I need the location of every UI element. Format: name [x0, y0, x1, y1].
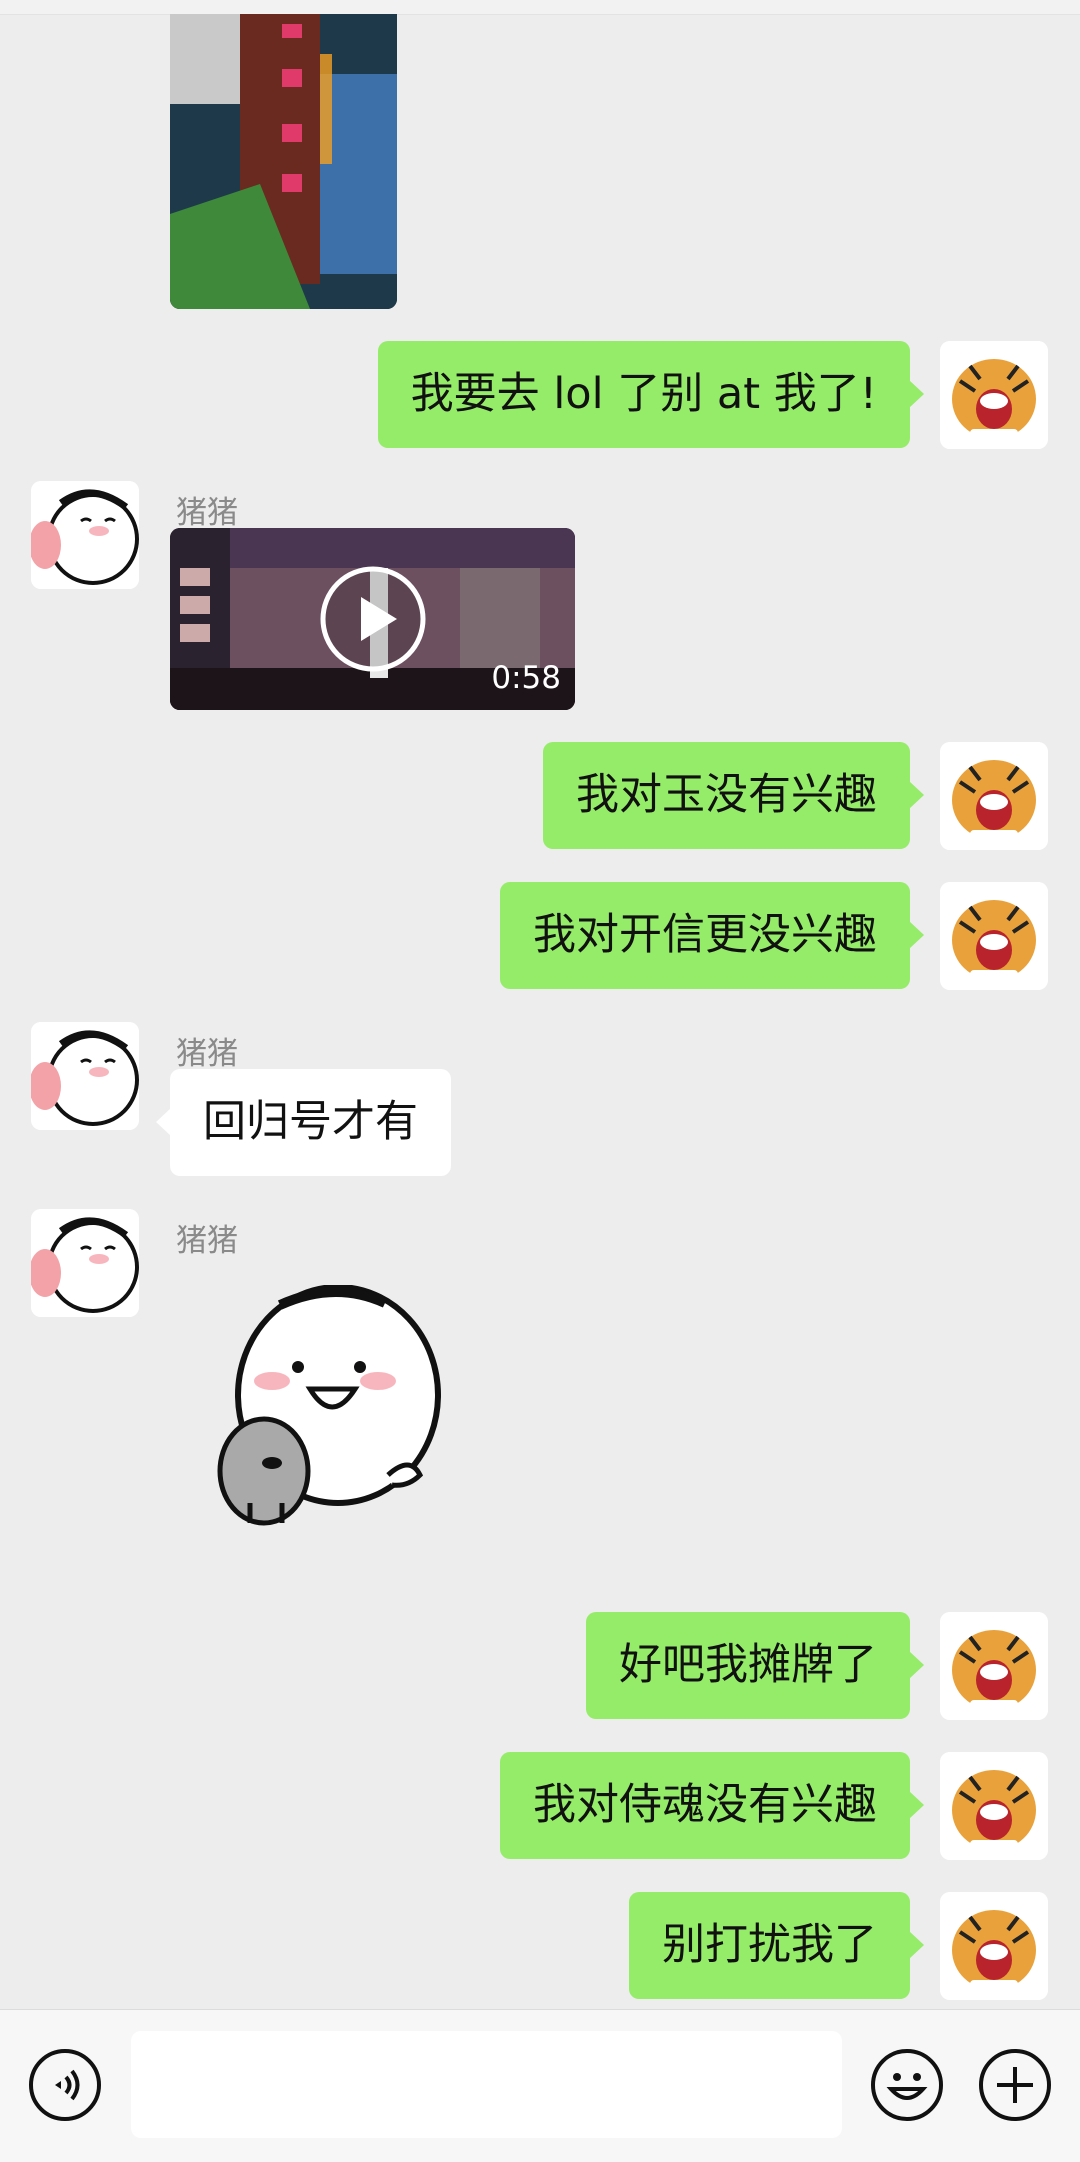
image-message[interactable] [170, 14, 397, 309]
tiger-avatar-icon [940, 1892, 1048, 2000]
tiger-avatar-icon [940, 341, 1048, 449]
tiger-avatar-icon [940, 1752, 1048, 1860]
voice-icon[interactable] [29, 2049, 101, 2121]
self-avatar[interactable] [940, 1892, 1048, 2000]
contact-avatar[interactable] [31, 481, 139, 589]
message-bubble[interactable]: 别打扰我了 [629, 1892, 924, 1999]
self-avatar[interactable] [940, 742, 1048, 850]
message-input[interactable] [131, 2031, 842, 2138]
pig-avatar-icon [31, 1209, 139, 1317]
pig-avatar-icon [31, 1022, 139, 1130]
message-bubble[interactable]: 我要去 lol 了别 at 我了! [377, 341, 925, 448]
message-bubble[interactable]: 回归号才有 [156, 1069, 451, 1176]
sender-name: 猪猪 [176, 1036, 238, 1072]
pig-avatar-icon [31, 481, 139, 589]
message-bubble[interactable]: 我对侍魂没有兴趣 [500, 1752, 924, 1859]
tiger-avatar-icon [940, 882, 1048, 990]
self-avatar[interactable] [940, 882, 1048, 990]
tiger-avatar-icon [940, 1612, 1048, 1720]
play-icon[interactable] [319, 565, 427, 673]
message-bubble[interactable]: 好吧我摊牌了 [586, 1612, 924, 1719]
image-thumbnail [170, 14, 397, 309]
sticker-message[interactable] [210, 1284, 460, 1535]
self-avatar[interactable] [940, 1752, 1048, 1860]
sender-name: 猪猪 [176, 495, 238, 531]
sticker-image [217, 1284, 441, 1526]
self-avatar[interactable] [940, 1612, 1048, 1720]
sender-name: 猪猪 [176, 1223, 238, 1259]
contact-avatar[interactable] [31, 1022, 139, 1130]
message-bubble[interactable]: 我对开信更没兴趣 [500, 882, 924, 989]
top-edge [0, 0, 1080, 15]
video-message[interactable]: 0:58 [170, 528, 575, 710]
plus-icon[interactable] [979, 2049, 1051, 2121]
emoji-icon[interactable] [871, 2049, 943, 2121]
video-duration: 0:58 [491, 660, 561, 696]
self-avatar[interactable] [940, 341, 1048, 449]
contact-avatar[interactable] [31, 1209, 139, 1317]
message-bubble[interactable]: 我对玉没有兴趣 [543, 742, 924, 849]
tiger-avatar-icon [940, 742, 1048, 850]
